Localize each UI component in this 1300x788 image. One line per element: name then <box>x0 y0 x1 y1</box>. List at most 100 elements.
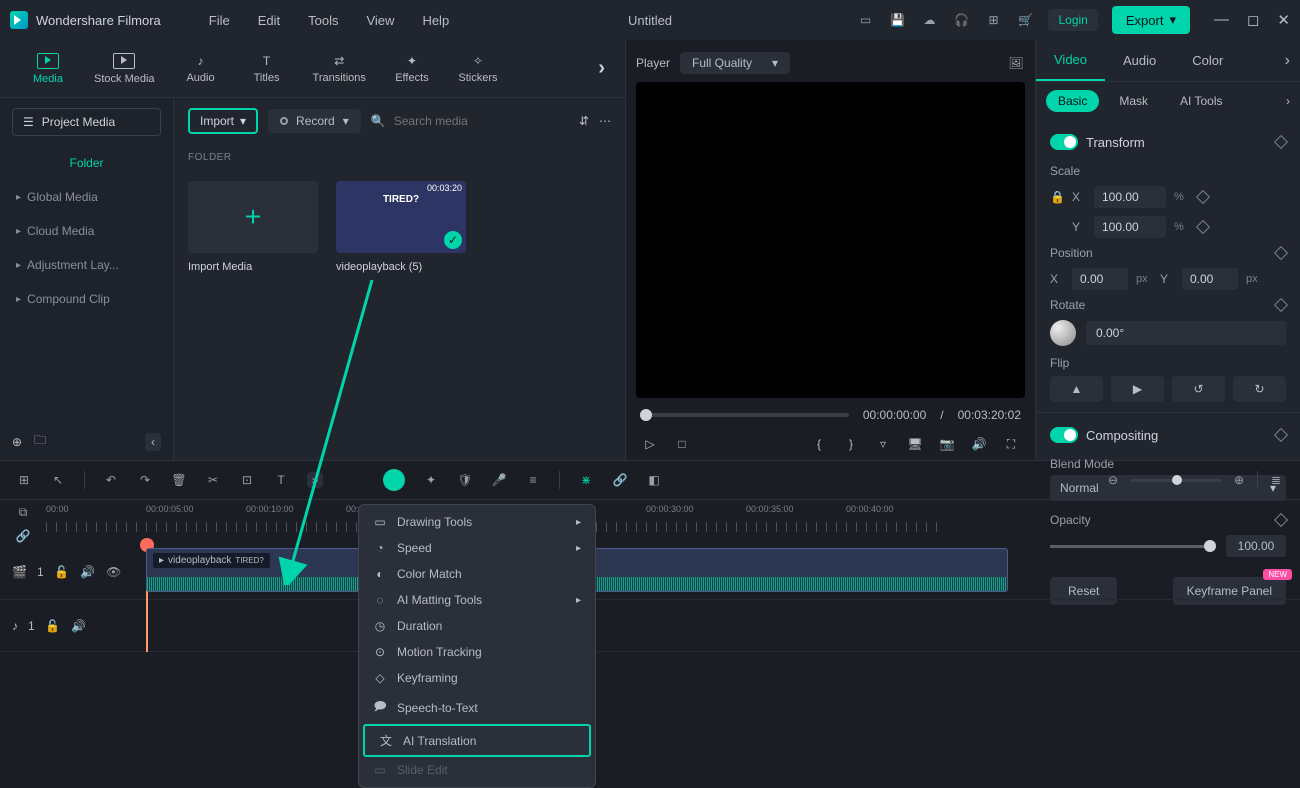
folder-add-icon[interactable]: ⊕ <box>12 435 22 449</box>
login-button[interactable]: Login <box>1048 9 1097 31</box>
headset-icon[interactable]: 🎧 <box>952 11 970 29</box>
zoom-slider[interactable] <box>1131 479 1221 482</box>
snapshot-icon[interactable]: 🖼 <box>1007 54 1025 72</box>
zoom-in-icon[interactable]: ⊕ <box>1231 472 1247 488</box>
keyframe-icon[interactable] <box>1274 428 1288 442</box>
grid-icon[interactable]: ⊞ <box>16 472 32 488</box>
more-tabs-button[interactable]: › <box>598 57 605 80</box>
sidebar-item-global[interactable]: Global Media <box>0 180 173 214</box>
flip-h-button[interactable]: ▲ <box>1050 376 1103 402</box>
subtab-basic[interactable]: Basic <box>1046 90 1099 112</box>
rotate-input[interactable]: 0.00° <box>1086 321 1286 345</box>
sidebar-item-adjustment[interactable]: Adjustment Lay... <box>0 248 173 282</box>
mark-out-button[interactable]: } <box>843 436 859 452</box>
keyframe-icon[interactable] <box>1274 135 1288 149</box>
folder-icon[interactable]: 🗀 <box>34 431 46 452</box>
ctx-ai-translation[interactable]: 文AI Translation <box>363 724 591 757</box>
fullscreen-icon[interactable]: ⛶ <box>1003 436 1019 452</box>
project-media-header[interactable]: ☰Project Media <box>12 108 161 136</box>
tab-media[interactable]: Media <box>20 51 76 87</box>
ctx-speech-to-text[interactable]: 🗩Speech-to-Text <box>359 691 595 724</box>
chevron-right-icon[interactable]: › <box>1286 94 1290 108</box>
pointer-icon[interactable]: ↖ <box>50 472 66 488</box>
list-icon[interactable]: ≡ <box>525 472 541 488</box>
crop-icon[interactable]: ⊡ <box>239 472 255 488</box>
visibility-icon[interactable]: 👁 <box>106 564 122 580</box>
mute-track-icon[interactable]: 🔊 <box>71 618 87 634</box>
tab-color[interactable]: Color <box>1174 41 1241 80</box>
rotate-ccw-button[interactable]: ↺ <box>1172 376 1225 402</box>
mark-in-button[interactable]: { <box>811 436 827 452</box>
keyframe-icon[interactable] <box>1196 190 1210 204</box>
timeline-view-icon[interactable]: ≣ <box>1268 472 1284 488</box>
zoom-out-icon[interactable]: ⊖ <box>1105 472 1121 488</box>
marker-icon[interactable]: ◧ <box>646 472 662 488</box>
tab-audio-inspector[interactable]: Audio <box>1105 41 1174 80</box>
transform-toggle[interactable] <box>1050 134 1078 150</box>
timeline-ruler[interactable]: 00:00 00:00:05:00 00:00:10:00 00:00:15:0… <box>46 500 1300 534</box>
pos-x-input[interactable] <box>1072 268 1128 290</box>
device-icon[interactable]: ▭ <box>856 11 874 29</box>
apps-icon[interactable]: ⊞ <box>984 11 1002 29</box>
stop-button[interactable]: □ <box>674 436 690 452</box>
record-button[interactable]: Record▾ <box>268 109 361 133</box>
more-tabs-icon[interactable]: › <box>1275 52 1300 70</box>
minimize-button[interactable]: — <box>1214 11 1229 29</box>
tab-transitions[interactable]: ⇄Transitions <box>305 52 374 86</box>
ctx-speed[interactable]: ◔Speed▸ <box>359 535 595 561</box>
ai-icon[interactable] <box>383 469 405 491</box>
sparkle-icon[interactable]: ✦ <box>423 472 439 488</box>
link-icon[interactable]: 🔗 <box>612 472 628 488</box>
delete-icon[interactable]: 🗑 <box>171 472 187 488</box>
menu-file[interactable]: File <box>209 13 230 28</box>
ctx-drawing-tools[interactable]: ▭Drawing Tools▸ <box>359 509 595 535</box>
more-icon[interactable]: ⋯ <box>599 114 611 128</box>
cart-icon[interactable]: 🛒 <box>1016 11 1034 29</box>
shield-icon[interactable]: 🛡 <box>457 472 473 488</box>
flip-v-button[interactable]: ▶ <box>1111 376 1164 402</box>
tab-video[interactable]: Video <box>1036 40 1105 81</box>
keyframe-icon[interactable] <box>1196 220 1210 234</box>
mute-track-icon[interactable]: 🔊 <box>80 564 96 580</box>
scrubber-track[interactable] <box>640 413 849 417</box>
scrubber-handle[interactable] <box>640 409 652 421</box>
ctx-ai-matting[interactable]: ◌AI Matting Tools▸ <box>359 587 595 613</box>
subtab-mask[interactable]: Mask <box>1107 90 1160 112</box>
sidebar-item-cloud[interactable]: Cloud Media <box>0 214 173 248</box>
maximize-button[interactable]: ◻ <box>1247 11 1259 29</box>
pos-y-input[interactable] <box>1182 268 1238 290</box>
camera-icon[interactable]: 📷 <box>939 436 955 452</box>
marker-dropdown[interactable]: ▿ <box>875 436 891 452</box>
display-icon[interactable]: 🖥 <box>907 436 923 452</box>
lock-track-icon[interactable]: 🔓 <box>54 564 70 580</box>
tab-effects[interactable]: ✦Effects <box>384 52 440 86</box>
undo-icon[interactable]: ↶ <box>103 472 119 488</box>
scale-y-input[interactable] <box>1094 216 1166 238</box>
quality-dropdown[interactable]: Full Quality▾ <box>680 52 790 74</box>
mic-icon[interactable]: 🎤 <box>491 472 507 488</box>
ctx-motion-tracking[interactable]: ⊙Motion Tracking <box>359 639 595 665</box>
snap-icon[interactable]: ⋇ <box>578 472 594 488</box>
video-viewport[interactable] <box>636 82 1025 398</box>
rotate-knob[interactable] <box>1050 320 1076 346</box>
sidebar-item-compound[interactable]: Compound Clip <box>0 282 173 316</box>
media-thumbnail[interactable]: 00:03:20 TIRED? ✓ videoplayback (5) <box>336 181 466 273</box>
tab-titles[interactable]: TTitles <box>239 52 295 86</box>
play-button[interactable]: ▷ <box>642 436 658 452</box>
keyframe-icon[interactable] <box>1274 298 1288 312</box>
menu-view[interactable]: View <box>366 13 394 28</box>
lock-icon[interactable]: 🔒 <box>1050 190 1064 204</box>
rotate-cw-button[interactable]: ↻ <box>1233 376 1286 402</box>
export-button[interactable]: Export ▾ <box>1112 6 1190 34</box>
tab-stock-media[interactable]: Stock Media <box>86 51 163 87</box>
track-layers-icon[interactable]: ⧉ <box>15 504 31 520</box>
folder-tab[interactable]: Folder <box>0 146 173 180</box>
compositing-toggle[interactable] <box>1050 427 1078 443</box>
collapse-sidebar-button[interactable]: ‹ <box>145 433 161 451</box>
filter-icon[interactable]: ⇵ <box>579 114 589 128</box>
ctx-keyframing[interactable]: ◇Keyframing <box>359 665 595 691</box>
tab-audio[interactable]: ♪Audio <box>173 52 229 86</box>
import-media-tile[interactable]: + Import Media <box>188 181 318 273</box>
menu-edit[interactable]: Edit <box>258 13 280 28</box>
keyframe-icon[interactable] <box>1274 246 1288 260</box>
